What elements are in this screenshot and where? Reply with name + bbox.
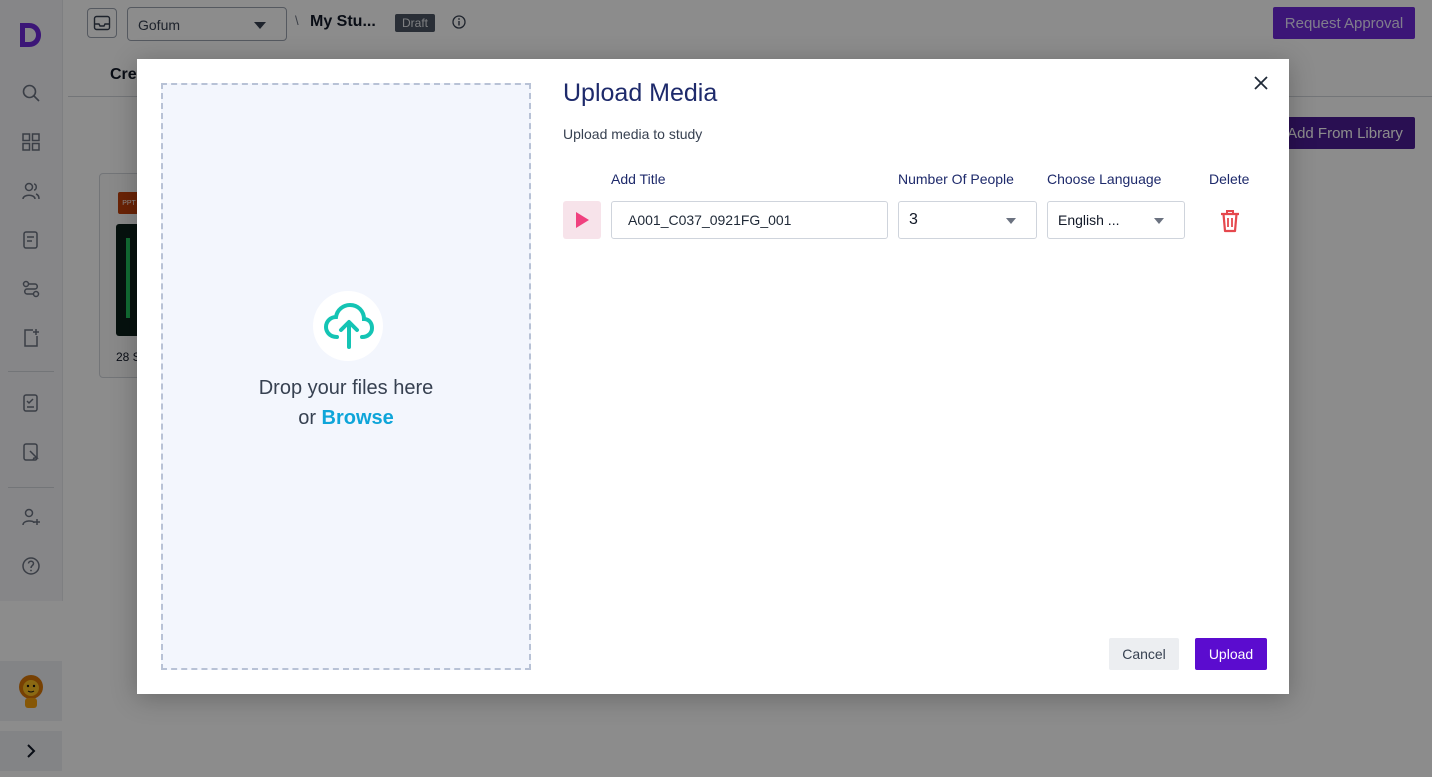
media-title-input[interactable] [611,201,888,239]
dropzone-instruction: Drop your files here [258,377,434,399]
dropzone-or-text: or [298,407,322,429]
column-header-delete: Delete [1209,171,1250,187]
column-header-people: Number Of People [898,171,1014,187]
browse-link[interactable]: Browse [322,407,394,429]
play-preview-button[interactable] [563,201,601,239]
language-select[interactable]: English ... [1047,201,1185,239]
chevron-down-icon [1006,218,1016,224]
upload-button[interactable]: Upload [1195,638,1267,670]
column-header-title: Add Title [611,171,666,187]
number-of-people-select[interactable]: 3 [898,201,1037,239]
dropzone-browse-line: or Browse [163,407,529,430]
cloud-upload-icon [313,291,383,361]
trash-icon[interactable] [1217,209,1243,233]
chevron-down-icon [1154,218,1164,224]
language-value: English ... [1058,212,1120,228]
file-dropzone[interactable]: Drop your files here or Browse [161,83,531,670]
cancel-button[interactable]: Cancel [1109,638,1179,670]
modal-subtitle: Upload media to study [563,126,703,142]
upload-media-modal: Drop your files here or Browse Upload Me… [137,59,1289,694]
column-header-language: Choose Language [1047,171,1162,187]
modal-title: Upload Media [563,79,718,107]
people-value: 3 [909,211,918,228]
play-icon [576,212,589,228]
close-icon[interactable] [1251,73,1271,93]
